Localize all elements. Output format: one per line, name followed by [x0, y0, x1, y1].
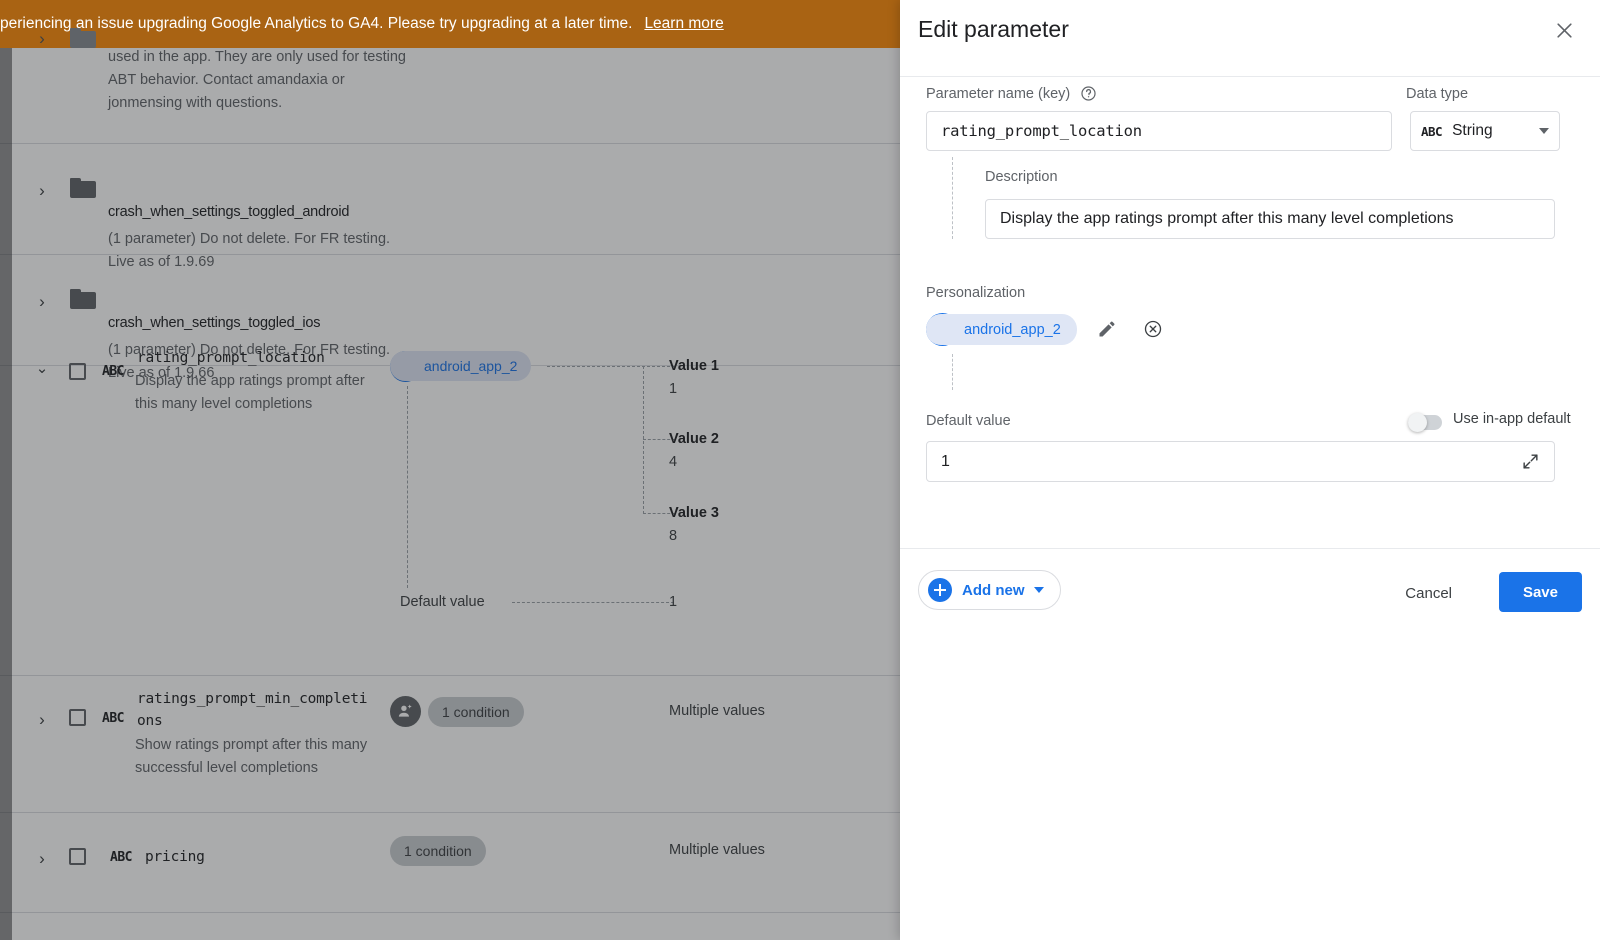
add-new-button[interactable]: Add new: [918, 570, 1061, 610]
abc-type-icon: ABC: [1421, 124, 1442, 139]
panel-footer: Add new Cancel Save: [900, 548, 1600, 649]
chevron-down-icon[interactable]: [1539, 128, 1549, 134]
expand-icon[interactable]: [1521, 452, 1540, 471]
default-value-input[interactable]: 1: [926, 441, 1555, 482]
plus-icon: [928, 578, 952, 602]
page-title: Edit parameter: [918, 16, 1069, 43]
field-guide-line: [952, 354, 953, 390]
use-in-app-default-label: Use in-app default: [1453, 411, 1571, 427]
panel-header: Edit parameter: [900, 0, 1600, 77]
parameter-name-label: Parameter name (key): [926, 86, 1070, 102]
description-label: Description: [985, 169, 1058, 185]
personalization-chip[interactable]: android_app_2: [926, 314, 1077, 345]
ga4-upgrade-banner: periencing an issue upgrading Google Ana…: [0, 0, 900, 48]
banner-learn-more-link[interactable]: Learn more: [644, 15, 723, 33]
close-icon[interactable]: [1546, 12, 1582, 48]
edit-parameter-panel: Edit parameter Parameter name (key) rati…: [900, 0, 1600, 940]
folder-icon: [70, 28, 96, 48]
modal-scrim[interactable]: [0, 48, 900, 940]
use-in-app-default-toggle[interactable]: [1408, 415, 1442, 430]
field-guide-line: [952, 157, 953, 239]
cancel-button[interactable]: Cancel: [1395, 579, 1462, 608]
edit-pencil-icon[interactable]: [1090, 312, 1124, 346]
remove-circle-icon[interactable]: [1136, 312, 1170, 346]
modal-scrim-rail: [0, 48, 12, 940]
parameter-name-value: rating_prompt_location: [941, 122, 1142, 140]
default-value-label: Default value: [926, 413, 1011, 429]
personalization-label: Personalization: [926, 285, 1025, 301]
panel-body: Parameter name (key) rating_prompt_locat…: [900, 77, 1600, 548]
chevron-down-icon[interactable]: [1034, 587, 1044, 593]
default-value-text: 1: [941, 453, 1521, 471]
chevron-right-icon[interactable]: ›: [31, 30, 53, 47]
data-type-value: String: [1452, 122, 1539, 140]
help-icon[interactable]: [1080, 85, 1097, 102]
data-type-select[interactable]: ABC String: [1410, 111, 1560, 151]
description-value: Display the app ratings prompt after thi…: [1000, 210, 1454, 228]
save-button[interactable]: Save: [1499, 572, 1582, 612]
add-new-label: Add new: [962, 582, 1025, 599]
data-type-label: Data type: [1406, 86, 1468, 102]
parameter-name-input[interactable]: rating_prompt_location: [926, 111, 1392, 151]
description-input[interactable]: Display the app ratings prompt after thi…: [985, 199, 1555, 239]
